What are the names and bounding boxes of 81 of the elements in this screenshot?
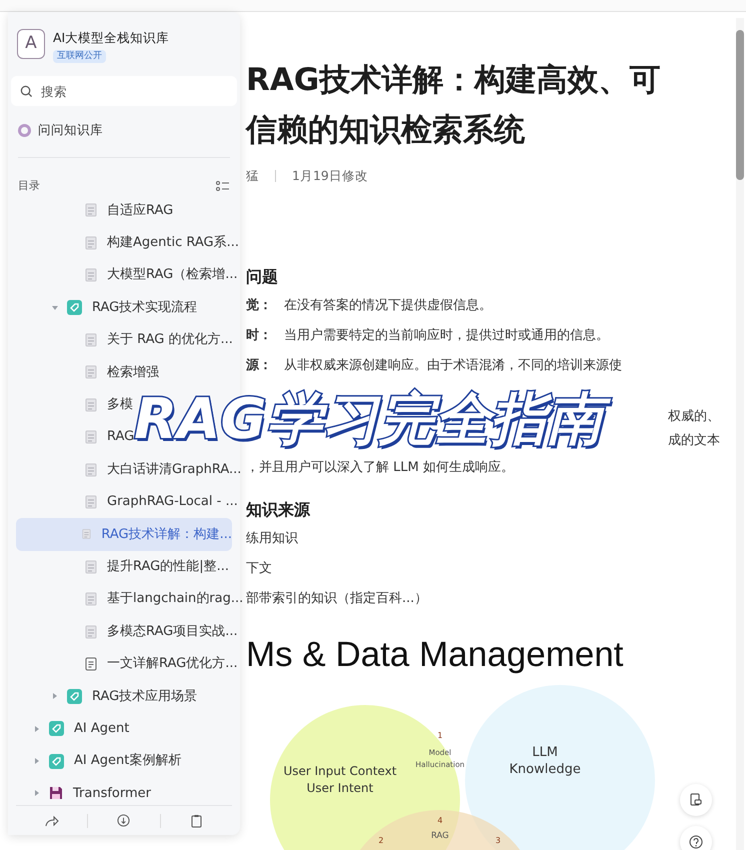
toc-item[interactable]: 自适应RAG — [16, 194, 174, 227]
toc-item[interactable]: Transformer — [16, 777, 152, 810]
share-icon[interactable] — [44, 814, 59, 826]
term-label: 时： — [246, 327, 272, 345]
modified-date: 1月19日修改 — [292, 167, 368, 185]
document-icon — [85, 203, 97, 218]
list-icon[interactable] — [216, 180, 230, 192]
document-icon — [85, 462, 97, 477]
document-icon — [85, 592, 97, 606]
toc-item[interactable]: RAG技术应用场景 — [16, 680, 198, 712]
toc-item[interactable]: GraphRAG-Local - ... — [16, 486, 238, 518]
toc-item[interactable]: 基于langchain的rag... — [16, 582, 244, 616]
toc-item[interactable]: 多模态RAG项目实战... — [16, 615, 238, 648]
document-icon — [85, 236, 97, 250]
help-icon — [689, 835, 703, 849]
document-icon — [85, 333, 97, 347]
document-icon — [85, 268, 97, 282]
paragraph-text: 练用知识 — [246, 530, 298, 548]
scrollbar-thumb[interactable] — [736, 30, 744, 180]
section-heading: 问题 — [246, 266, 279, 288]
term-label: 觉： — [246, 297, 272, 315]
paragraph-text: 当用户需要特定的当前响应时，提供过时或通用的信息。 — [284, 327, 609, 345]
toc-item[interactable]: 构建Agentic RAG系... — [16, 226, 240, 260]
toc-item[interactable]: 大模型RAG（检索增... — [16, 259, 238, 292]
region-number: 3 — [495, 836, 501, 845]
toc-item[interactable]: 大白话讲清GraphRA... — [16, 453, 242, 486]
toc-item[interactable]: 检索增强 — [16, 356, 159, 389]
document-icon — [85, 430, 97, 444]
ask-knowledge-base-link[interactable]: 问问知识库 — [8, 119, 240, 142]
knowledge-base-title: AI大模型全栈知识库 — [53, 29, 170, 47]
tag-icon — [49, 721, 64, 736]
search-field[interactable]: 搜索 — [11, 76, 237, 106]
toc-label: 目录 — [18, 178, 40, 194]
paragraph-text: 从非权威来源创建响应。由于术语混淆，不同的培训来源使 — [284, 357, 622, 375]
document-icon — [85, 494, 97, 509]
author-name: 猛 — [246, 167, 259, 185]
toc-item[interactable]: AI Agent — [16, 712, 130, 745]
paragraph-text: 在没有答案的情况下提供虚假信息。 — [284, 297, 492, 315]
ring-icon — [18, 124, 31, 137]
circle-label: Knowledge — [509, 762, 581, 777]
document-icon — [82, 527, 92, 542]
overlay-title: RAG学习完全指南 — [134, 387, 614, 453]
toc-item[interactable]: 一文详解RAG优化方... — [16, 648, 238, 680]
comment-icon — [690, 793, 702, 807]
tag-icon — [49, 754, 64, 769]
search-icon — [20, 85, 33, 98]
circle-label: User Intent — [306, 780, 374, 795]
region-number: 2 — [378, 836, 384, 845]
knowledge-base-avatar: A — [17, 29, 45, 59]
visibility-badge: 互联网公开 — [53, 50, 106, 64]
document-icon — [85, 624, 97, 639]
tag-icon — [67, 688, 82, 704]
region-number: 4 — [437, 816, 443, 825]
paragraph-text: 成的文本 — [668, 432, 720, 450]
document-icon — [85, 560, 97, 574]
toc-item[interactable]: 关于 RAG 的优化方... — [16, 324, 233, 356]
toc-item[interactable]: RAG技术实现流程 — [16, 291, 198, 324]
slide-heading: Ms & Data Management — [246, 634, 624, 676]
paragraph-text: 部带索引的知识（指定百科...） — [246, 590, 428, 608]
paragraph-text: 下文 — [246, 560, 272, 578]
tag-icon — [67, 300, 82, 316]
toc-item[interactable]: 多模 — [16, 388, 133, 421]
toc-item[interactable]: RAG技术详解：构建... — [16, 518, 232, 551]
document-icon — [85, 365, 97, 380]
comment-button[interactable] — [680, 784, 712, 816]
clipboard-icon[interactable] — [190, 814, 202, 828]
article-title: RAG技术详解：构建高效、可信赖的知识检索系统 — [246, 61, 662, 150]
toc-item[interactable]: RAG — [16, 420, 134, 454]
text-file-icon — [85, 656, 97, 671]
circle-label: User Input Context — [283, 764, 397, 778]
term-label: 源： — [246, 357, 272, 375]
paragraph-text: ，并且用户可以深入了解 LLM 如何生成响应。 — [246, 459, 514, 477]
region-label: RAG — [431, 830, 449, 841]
help-button[interactable] — [680, 826, 712, 850]
document-icon — [85, 398, 97, 412]
region-number: 1 — [437, 730, 443, 740]
section-heading: 知识来源 — [246, 498, 312, 521]
toc-item[interactable]: AI Agent案例解析 — [16, 744, 182, 778]
toc-item[interactable]: 提升RAG的性能|整... — [16, 550, 230, 583]
circle-label: LLM — [532, 744, 558, 760]
paragraph-text: 权威的、 — [668, 408, 720, 426]
